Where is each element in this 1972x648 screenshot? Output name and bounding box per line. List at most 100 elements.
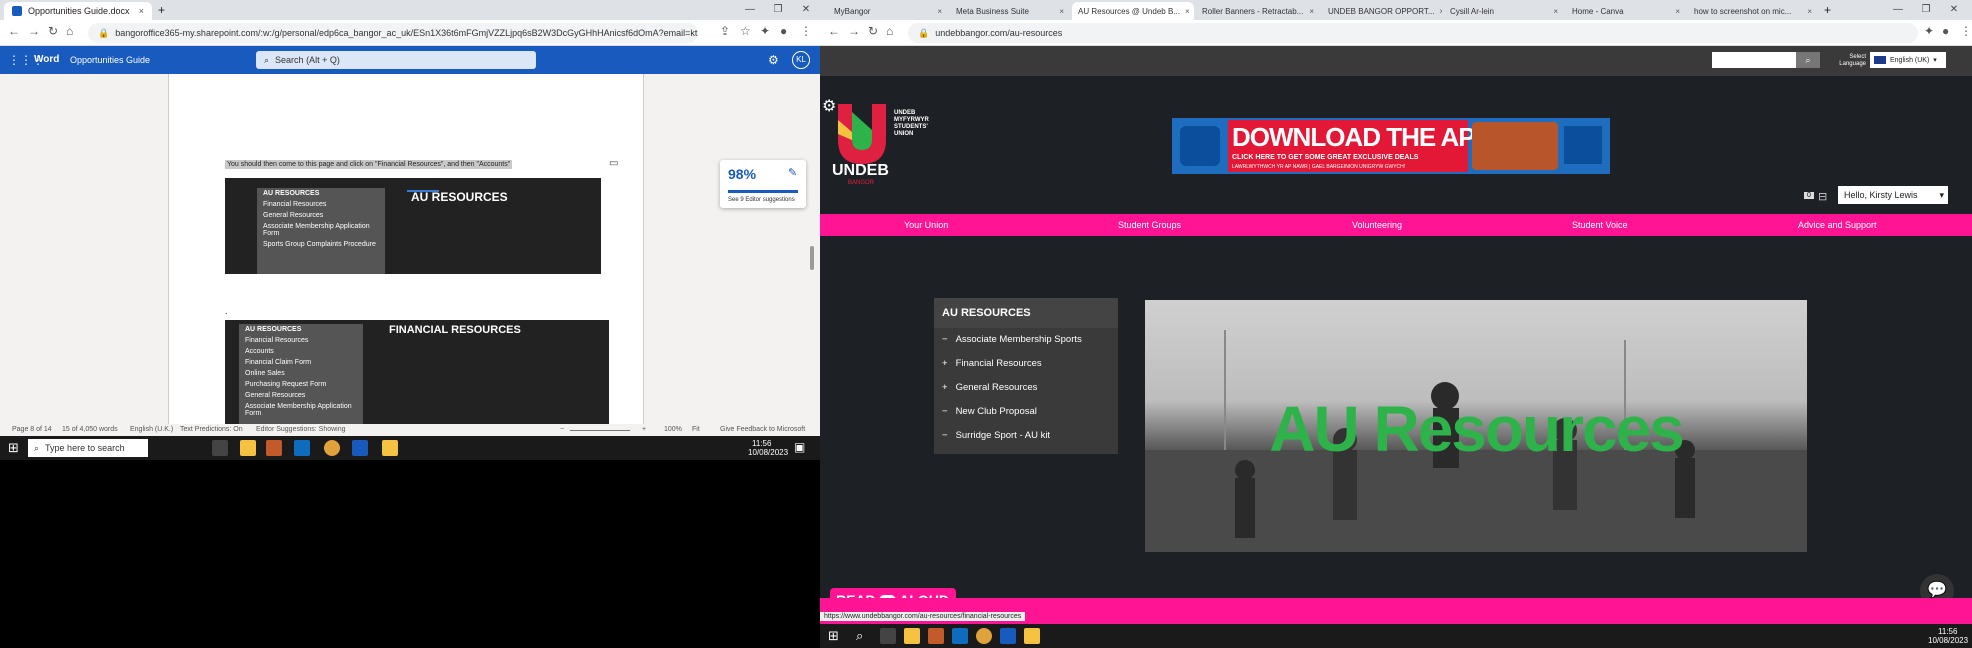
close-window-icon[interactable]: ✕ <box>792 0 820 20</box>
url-field[interactable]: 🔒 bangoroffice365-my.sharepoint.com/:w:/… <box>88 23 698 43</box>
settings-gear-icon[interactable]: ⚙ <box>768 53 779 67</box>
profile-icon[interactable]: ● <box>1942 24 1949 38</box>
extensions-icon[interactable]: ✦ <box>1924 24 1934 38</box>
tab-opportunities-guide[interactable]: Opportunities Guide.docx × <box>4 2 152 20</box>
close-icon[interactable]: × <box>1807 7 1812 16</box>
close-icon[interactable]: × <box>1185 7 1190 16</box>
language-status[interactable]: English (U.K.) <box>130 426 173 433</box>
cart-icon[interactable]: ⊟ <box>1818 190 1827 203</box>
tab-title: AU Resources @ Undeb B... <box>1078 6 1180 16</box>
reload-icon[interactable]: ↻ <box>48 24 58 38</box>
zoom-slider[interactable] <box>570 430 630 431</box>
nav-volunteering[interactable]: Volunteering <box>1352 220 1402 230</box>
tab-undeb-opport[interactable]: UNDEB BANGOR OPPORT... × <box>1322 2 1442 20</box>
star-icon[interactable]: ☆ <box>740 24 751 38</box>
word-taskbar-icon[interactable] <box>352 440 368 456</box>
home-icon[interactable]: ⌂ <box>886 24 893 38</box>
site-search-input[interactable] <box>1712 52 1796 68</box>
url-field[interactable]: 🔒 undebbangor.com/au-resources <box>908 23 1918 43</box>
teams-icon[interactable] <box>266 440 282 456</box>
back-icon[interactable]: ← <box>8 24 20 38</box>
tab-screenshot[interactable]: how to screenshot on mic... × <box>1688 2 1818 20</box>
app-download-banner[interactable]: DOWNLOAD THE APP! CLICK HERE TO GET SOME… <box>1172 118 1610 174</box>
menu-item: Financial Resources <box>245 337 309 344</box>
sidebar-item-associate-membership[interactable]: − Associate Membership Sports <box>934 328 1118 352</box>
word-search-input[interactable]: ⌕ Search (Alt + Q) <box>256 51 536 69</box>
nav-advice-support[interactable]: Advice and Support <box>1798 220 1877 230</box>
tab-mybangor[interactable]: MyBangor × <box>828 2 948 20</box>
close-icon[interactable]: × <box>139 6 144 16</box>
menu-icon[interactable]: ⋮ <box>1960 24 1972 38</box>
chrome-icon[interactable] <box>976 628 992 644</box>
tab-cysill[interactable]: Cysill Ar-lein × <box>1444 2 1564 20</box>
task-view-icon[interactable] <box>880 628 896 644</box>
nav-student-groups[interactable]: Student Groups <box>1118 220 1181 230</box>
feedback-link[interactable]: Give Feedback to Microsoft <box>720 426 805 433</box>
zoom-in-icon[interactable]: + <box>642 426 646 433</box>
teams-icon[interactable] <box>928 628 944 644</box>
sidebar-item-new-club-proposal[interactable]: − New Club Proposal <box>934 400 1118 424</box>
minimize-icon[interactable]: — <box>1884 0 1912 20</box>
zoom-out-icon[interactable]: − <box>560 426 564 433</box>
restore-icon[interactable]: ❐ <box>764 0 792 20</box>
user-menu[interactable]: Hello, Kirsty Lewis ▾ <box>1838 186 1948 204</box>
task-view-icon[interactable] <box>212 440 228 456</box>
profile-icon[interactable]: ● <box>780 24 787 38</box>
sidebar-item-general-resources[interactable]: + General Resources <box>934 376 1118 400</box>
close-icon[interactable]: × <box>1553 7 1558 16</box>
windows-start-icon[interactable]: ⊞ <box>828 628 839 644</box>
editor-suggestions-link[interactable]: See 9 Editor suggestions <box>728 197 795 203</box>
new-tab-icon[interactable]: + <box>158 3 165 17</box>
folder-icon[interactable] <box>1024 628 1040 644</box>
tab-canva[interactable]: Home - Canva × <box>1566 2 1686 20</box>
close-window-icon[interactable]: ✕ <box>1940 0 1968 20</box>
hero-title: AU Resources <box>1269 393 1685 465</box>
forward-icon[interactable]: → <box>28 24 40 38</box>
tab-meta[interactable]: Meta Business Suite × <box>950 2 1070 20</box>
file-explorer-icon[interactable] <box>904 628 920 644</box>
file-explorer-icon[interactable] <box>240 440 256 456</box>
sidebar-item-financial-resources[interactable]: + Financial Resources <box>934 352 1118 376</box>
document-page[interactable]: You should then come to this page and cl… <box>168 74 644 424</box>
outlook-icon[interactable] <box>952 628 968 644</box>
home-icon[interactable]: ⌂ <box>66 24 73 38</box>
language-select[interactable]: English (UK) ▾ <box>1870 52 1946 68</box>
text-predictions[interactable]: Text Predictions: On <box>180 426 243 433</box>
editor-pane[interactable]: 98% ✎ See 9 Editor suggestions <box>720 160 806 208</box>
close-icon[interactable]: × <box>1440 7 1442 16</box>
folder-icon[interactable] <box>382 440 398 456</box>
word-taskbar-icon[interactable] <box>1000 628 1016 644</box>
close-icon[interactable]: × <box>1309 7 1314 16</box>
windows-start-icon[interactable]: ⊞ <box>8 440 19 456</box>
restore-icon[interactable]: ❐ <box>1912 0 1940 20</box>
minimize-icon[interactable]: — <box>736 0 764 20</box>
scrollbar[interactable] <box>810 246 814 270</box>
document-name[interactable]: Opportunities Guide <box>70 55 150 65</box>
close-icon[interactable]: × <box>1059 7 1064 16</box>
nav-your-union[interactable]: Your Union <box>904 220 948 230</box>
search-icon[interactable]: ⌕ <box>1796 52 1820 68</box>
tab-roller-banners[interactable]: Roller Banners - Retractab... × <box>1196 2 1320 20</box>
back-icon[interactable]: ← <box>828 24 840 38</box>
close-icon[interactable]: × <box>1675 7 1680 16</box>
editor-status[interactable]: Editor Suggestions: Showing <box>256 426 346 433</box>
notifications-icon[interactable]: ▣ <box>794 440 805 454</box>
menu-icon[interactable]: ⋮ <box>800 24 812 38</box>
search-icon[interactable]: ⌕ <box>856 628 863 644</box>
sidebar-item-surridge-sport[interactable]: − Surridge Sport - AU kit <box>934 424 1118 448</box>
close-icon[interactable]: × <box>937 7 942 16</box>
avatar[interactable]: KL <box>792 51 810 69</box>
new-tab-icon[interactable]: + <box>1824 3 1831 17</box>
chrome-icon[interactable] <box>324 440 340 456</box>
share-icon[interactable]: ⇪ <box>720 24 730 38</box>
fit-button[interactable]: Fit <box>692 426 700 433</box>
extensions-icon[interactable]: ✦ <box>760 24 770 38</box>
comment-icon[interactable]: ▭ <box>609 158 618 169</box>
taskbar-search-input[interactable]: ⌕ Type here to search <box>28 439 148 457</box>
tab-au-resources[interactable]: AU Resources @ Undeb B... × <box>1072 2 1194 20</box>
reload-icon[interactable]: ↻ <box>868 24 878 38</box>
nav-student-voice[interactable]: Student Voice <box>1572 220 1628 230</box>
forward-icon[interactable]: → <box>848 24 860 38</box>
undeb-logo[interactable]: UNDEB MYFYRWYR STUDENTS' UNION UNDEB BANGOR <box>832 100 932 188</box>
outlook-icon[interactable] <box>294 440 310 456</box>
